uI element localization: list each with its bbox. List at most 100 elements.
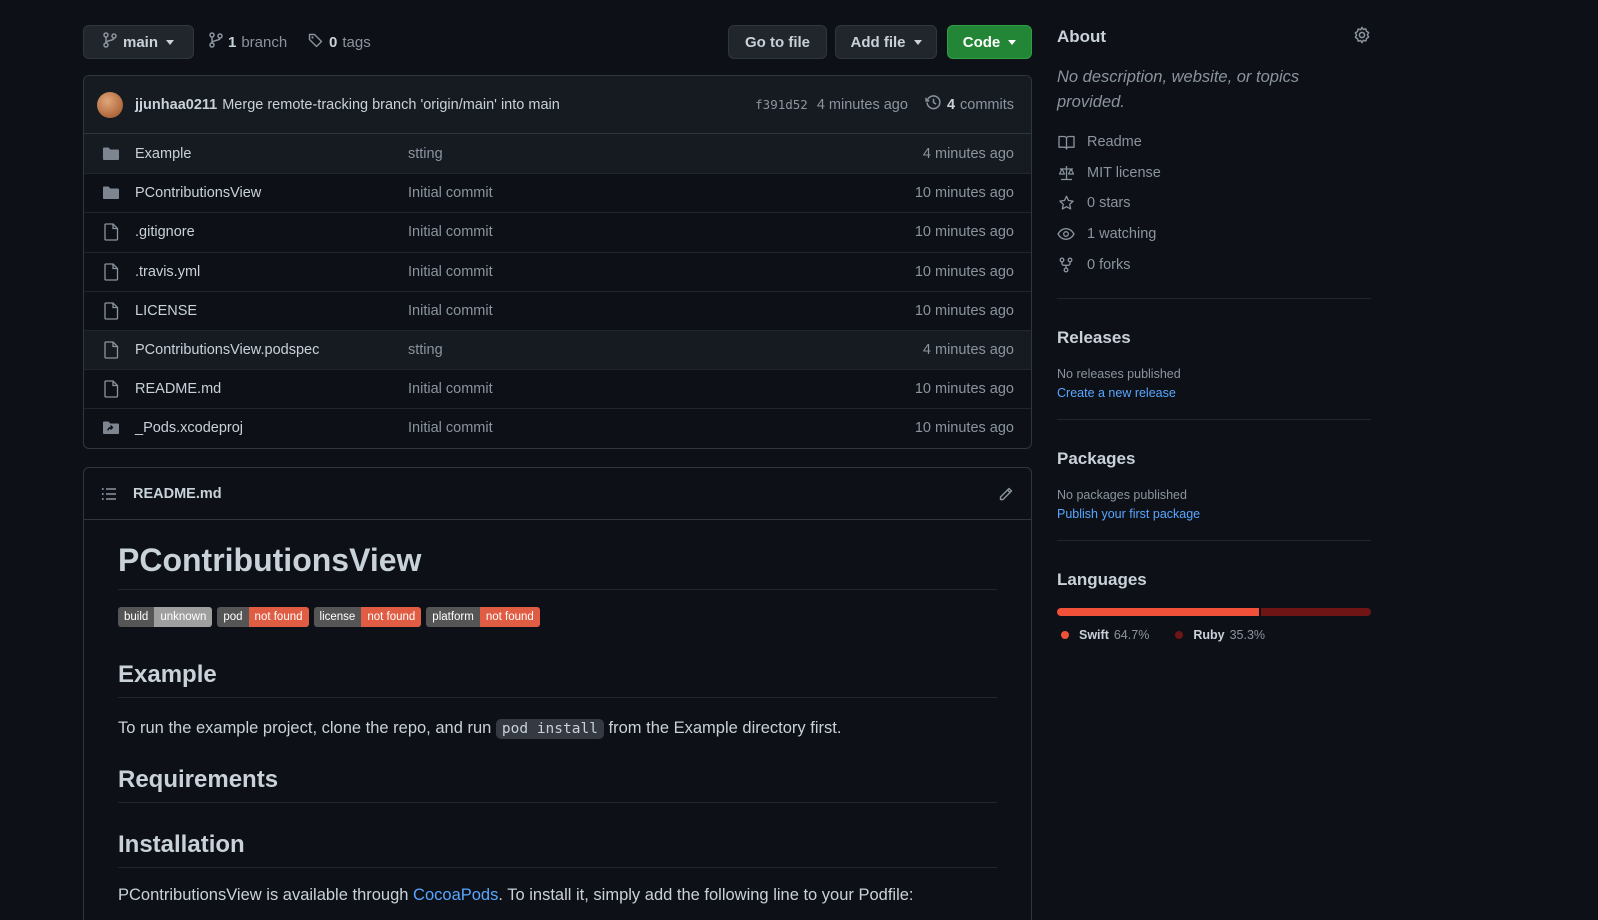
file-age: 10 minutes ago: [914, 420, 1014, 437]
branch-icon: [103, 32, 117, 52]
language-name: Ruby: [1193, 627, 1225, 642]
commit-author[interactable]: jjunhaa0211: [135, 97, 217, 113]
commit-message[interactable]: Merge remote-tracking branch 'origin/mai…: [222, 97, 560, 113]
about-item-label: Readme: [1087, 134, 1142, 151]
install-text-before: PContributionsView is available through: [118, 886, 414, 904]
example-text-before: To run the example project, clone the re…: [118, 719, 496, 737]
file-commit-message[interactable]: stting: [408, 146, 923, 162]
file-commit-message[interactable]: stting: [408, 342, 923, 358]
file-commit-message[interactable]: Initial commit: [408, 381, 915, 397]
file-row[interactable]: LICENSE Initial commit 10 minutes ago: [84, 290, 1031, 330]
eye-icon: [1057, 227, 1075, 241]
readme-filename[interactable]: README.md: [133, 486, 222, 502]
file-list: Example stting 4 minutes ago PContributions…: [84, 134, 1031, 448]
file-name[interactable]: .travis.yml: [135, 264, 408, 280]
add-file-button[interactable]: Add file: [835, 25, 937, 59]
file-commit-message[interactable]: Initial commit: [408, 420, 915, 436]
status-badge[interactable]: build unknown: [118, 607, 213, 627]
commits-label: commits: [960, 96, 1014, 113]
latest-commit-bar: jjunhaa0211 Merge remote-tracking branch…: [84, 76, 1031, 134]
language-bar-segment: [1260, 607, 1371, 616]
publish-package-link[interactable]: Publish your first package: [1057, 507, 1371, 521]
packages-empty-text: No packages published: [1057, 487, 1187, 502]
readme-title: PContributionsView: [118, 542, 997, 590]
scale-icon: [1057, 165, 1075, 181]
star-icon: [1057, 195, 1075, 211]
chevron-down-icon: [166, 39, 174, 45]
file-name[interactable]: README.md: [135, 381, 408, 397]
about-item[interactable]: 0 stars: [1057, 188, 1371, 219]
badge-value: not found: [479, 607, 540, 627]
file-row[interactable]: _Pods.xcodeproj Initial commit 10 minutes …: [84, 408, 1031, 447]
file-commit-message[interactable]: Initial commit: [408, 224, 915, 240]
status-badge[interactable]: license not found: [313, 607, 422, 627]
about-item[interactable]: 1 watching: [1057, 219, 1371, 250]
pencil-icon[interactable]: [998, 486, 1014, 502]
file-row[interactable]: Example stting 4 minutes ago: [84, 134, 1031, 174]
file-name[interactable]: LICENSE: [135, 303, 408, 319]
commit-age: 4 minutes ago: [816, 96, 908, 113]
branch-select-button[interactable]: main: [83, 25, 194, 59]
tag-count: 0: [329, 33, 338, 51]
about-item-label: 0 stars: [1087, 195, 1131, 212]
file-row[interactable]: PContributionsView Initial commit 10 minut…: [84, 173, 1031, 212]
divider: [1057, 297, 1371, 299]
file-icon: [101, 301, 121, 321]
readme-content: PContributionsView build unknown pod not fo…: [84, 542, 1031, 905]
create-release-link[interactable]: Create a new release: [1057, 386, 1371, 400]
installation-paragraph: PContributionsView is available through …: [118, 886, 997, 905]
about-item-label: 0 forks: [1087, 256, 1131, 273]
status-badge[interactable]: platform not found: [426, 607, 540, 627]
packages-title[interactable]: Packages: [1057, 449, 1371, 469]
releases-title[interactable]: Releases: [1057, 328, 1371, 348]
tags-link[interactable]: 0 tags: [308, 25, 371, 59]
avatar[interactable]: [97, 91, 123, 118]
branch-name: main: [122, 33, 158, 51]
file-row[interactable]: .travis.yml Initial commit 10 minutes ago: [84, 251, 1031, 291]
book-icon: [1057, 135, 1075, 150]
about-description: No description, website, or topics provi…: [1057, 68, 1300, 111]
go-to-file-button[interactable]: Go to file: [728, 25, 827, 59]
badge-key: platform: [426, 607, 480, 627]
folder-icon: [101, 183, 121, 203]
about-item[interactable]: 0 forks: [1057, 249, 1371, 280]
about-item[interactable]: MIT license: [1057, 158, 1371, 189]
commit-sha[interactable]: f391d52: [755, 97, 808, 112]
example-paragraph: To run the example project, clone the re…: [118, 719, 997, 739]
install-text-after: . To install it, simply add the followin…: [498, 886, 914, 904]
file-row[interactable]: PContributionsView.podspec stting 4 minute…: [84, 329, 1031, 370]
file-row[interactable]: README.md Initial commit 10 minutes ago: [84, 369, 1031, 408]
file-commit-message[interactable]: Initial commit: [408, 185, 915, 201]
badge-row: build unknown pod not found license not found…: [118, 607, 997, 627]
language-legend-item[interactable]: Ruby 35.3%: [1171, 628, 1265, 642]
symlink-folder-icon: [101, 418, 121, 438]
add-file-label: Add file: [850, 33, 906, 51]
tag-label: tags: [342, 33, 371, 51]
gear-icon[interactable]: [1353, 26, 1371, 49]
file-name[interactable]: Example: [135, 146, 408, 162]
file-name[interactable]: PContributionsView.podspec: [135, 342, 408, 358]
file-name[interactable]: PContributionsView: [135, 185, 408, 201]
releases-empty-text: No releases published: [1057, 366, 1181, 381]
status-badge[interactable]: pod not found: [217, 607, 309, 627]
list-unordered-icon[interactable]: [101, 486, 117, 502]
chevron-down-icon: [913, 39, 922, 45]
cocoapods-link[interactable]: CocoaPods: [413, 886, 498, 904]
code-button[interactable]: Code: [947, 25, 1032, 59]
commit-count: 4: [946, 96, 956, 113]
requirements-heading: Requirements: [118, 766, 997, 803]
file-commit-message[interactable]: Initial commit: [408, 264, 915, 280]
branch-label: branch: [241, 33, 288, 51]
badge-value: not found: [248, 607, 309, 627]
about-item[interactable]: Readme: [1057, 127, 1371, 158]
file-row[interactable]: .gitignore Initial commit 10 minutes ago: [84, 212, 1031, 251]
file-commit-message[interactable]: Initial commit: [408, 303, 915, 319]
language-dot: [1061, 630, 1069, 639]
commits-link[interactable]: 4 commits: [925, 94, 1014, 115]
file-name[interactable]: .gitignore: [135, 224, 408, 240]
file-name[interactable]: _Pods.xcodeproj: [135, 420, 408, 436]
folder-icon: [101, 144, 121, 164]
language-legend-item[interactable]: Swift 64.7%: [1057, 628, 1149, 642]
branches-link[interactable]: 1 branch: [209, 25, 287, 59]
divider: [1057, 539, 1371, 541]
